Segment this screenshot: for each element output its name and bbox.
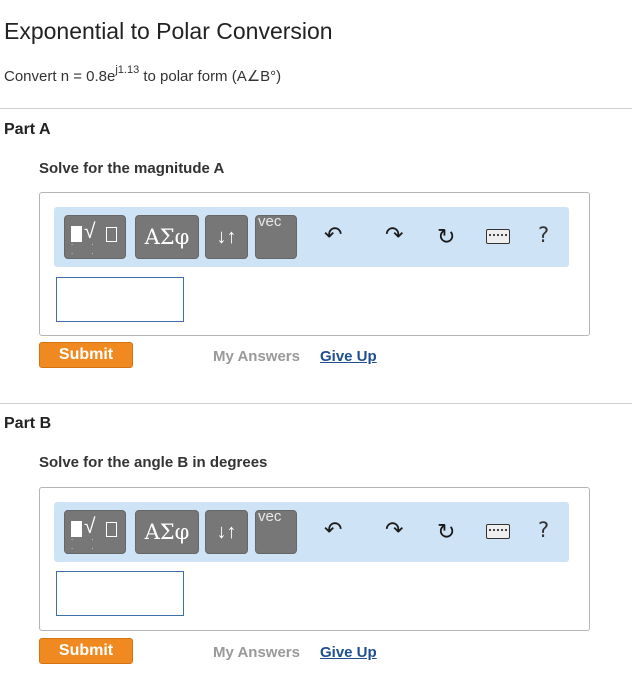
- templates-button[interactable]: √ .. ..: [64, 215, 126, 259]
- reset-icon[interactable]: ↻: [437, 227, 455, 249]
- keyboard-icon[interactable]: [486, 524, 510, 539]
- undo-icon[interactable]: ↶: [324, 520, 342, 542]
- math-toolbar: √ .. .. ΑΣφ ↓↑ vec ↶ ↷ ↻ ?: [54, 502, 569, 562]
- vector-label: vec: [258, 510, 282, 525]
- symbols-button[interactable]: ΑΣφ: [135, 510, 199, 554]
- symbols-button[interactable]: ΑΣφ: [135, 215, 199, 259]
- vector-label: vec: [258, 215, 282, 230]
- part-b-give-up-link[interactable]: Give Up: [320, 644, 377, 661]
- part-b-my-answers-link[interactable]: My Answers: [213, 644, 300, 661]
- part-a-answer-input[interactable]: [56, 277, 184, 322]
- vector-button[interactable]: vec: [255, 510, 297, 554]
- part-b-instruction: Solve for the angle B in degrees: [39, 454, 268, 471]
- redo-icon[interactable]: ↷: [385, 520, 403, 542]
- part-a-my-answers-link[interactable]: My Answers: [213, 348, 300, 365]
- problem-suffix: to polar form (A∠B°): [139, 68, 282, 85]
- vector-button[interactable]: vec: [255, 215, 297, 259]
- math-toolbar: √ .. .. ΑΣφ ↓↑ vec ↶ ↷ ↻ ?: [54, 207, 569, 267]
- keyboard-icon[interactable]: [486, 229, 510, 244]
- part-a-answer-box: √ .. .. ΑΣφ ↓↑ vec ↶ ↷ ↻ ?: [39, 192, 590, 336]
- problem-exponent: j1.13: [115, 64, 140, 76]
- templates-icon: √ .. ..: [67, 513, 123, 551]
- part-a-instruction: Solve for the magnitude A: [39, 160, 225, 177]
- part-a-give-up-link[interactable]: Give Up: [320, 348, 377, 365]
- part-b-answer-box: √ .. .. ΑΣφ ↓↑ vec ↶ ↷ ↻ ?: [39, 487, 590, 631]
- part-b-label: Part B: [4, 415, 52, 432]
- problem-prefix: Convert n = 0.8e: [4, 68, 116, 85]
- problem-statement: Convert n = 0.8ej1.13 to polar form (A∠B…: [4, 64, 282, 85]
- page-title: Exponential to Polar Conversion: [4, 18, 333, 44]
- templates-button[interactable]: √ .. ..: [64, 510, 126, 554]
- help-button[interactable]: ?: [538, 520, 549, 541]
- arrows-button[interactable]: ↓↑: [205, 510, 248, 554]
- part-a-submit-button[interactable]: Submit: [39, 342, 133, 368]
- reset-icon[interactable]: ↻: [437, 522, 455, 544]
- arrows-button[interactable]: ↓↑: [205, 215, 248, 259]
- part-a-label: Part A: [4, 121, 51, 138]
- templates-icon: √ .. ..: [67, 218, 123, 256]
- divider: [0, 403, 632, 404]
- undo-icon[interactable]: ↶: [324, 225, 342, 247]
- redo-icon[interactable]: ↷: [385, 225, 403, 247]
- part-b-submit-button[interactable]: Submit: [39, 638, 133, 664]
- part-b-answer-input[interactable]: [56, 571, 184, 616]
- help-button[interactable]: ?: [538, 225, 549, 246]
- divider: [0, 108, 632, 109]
